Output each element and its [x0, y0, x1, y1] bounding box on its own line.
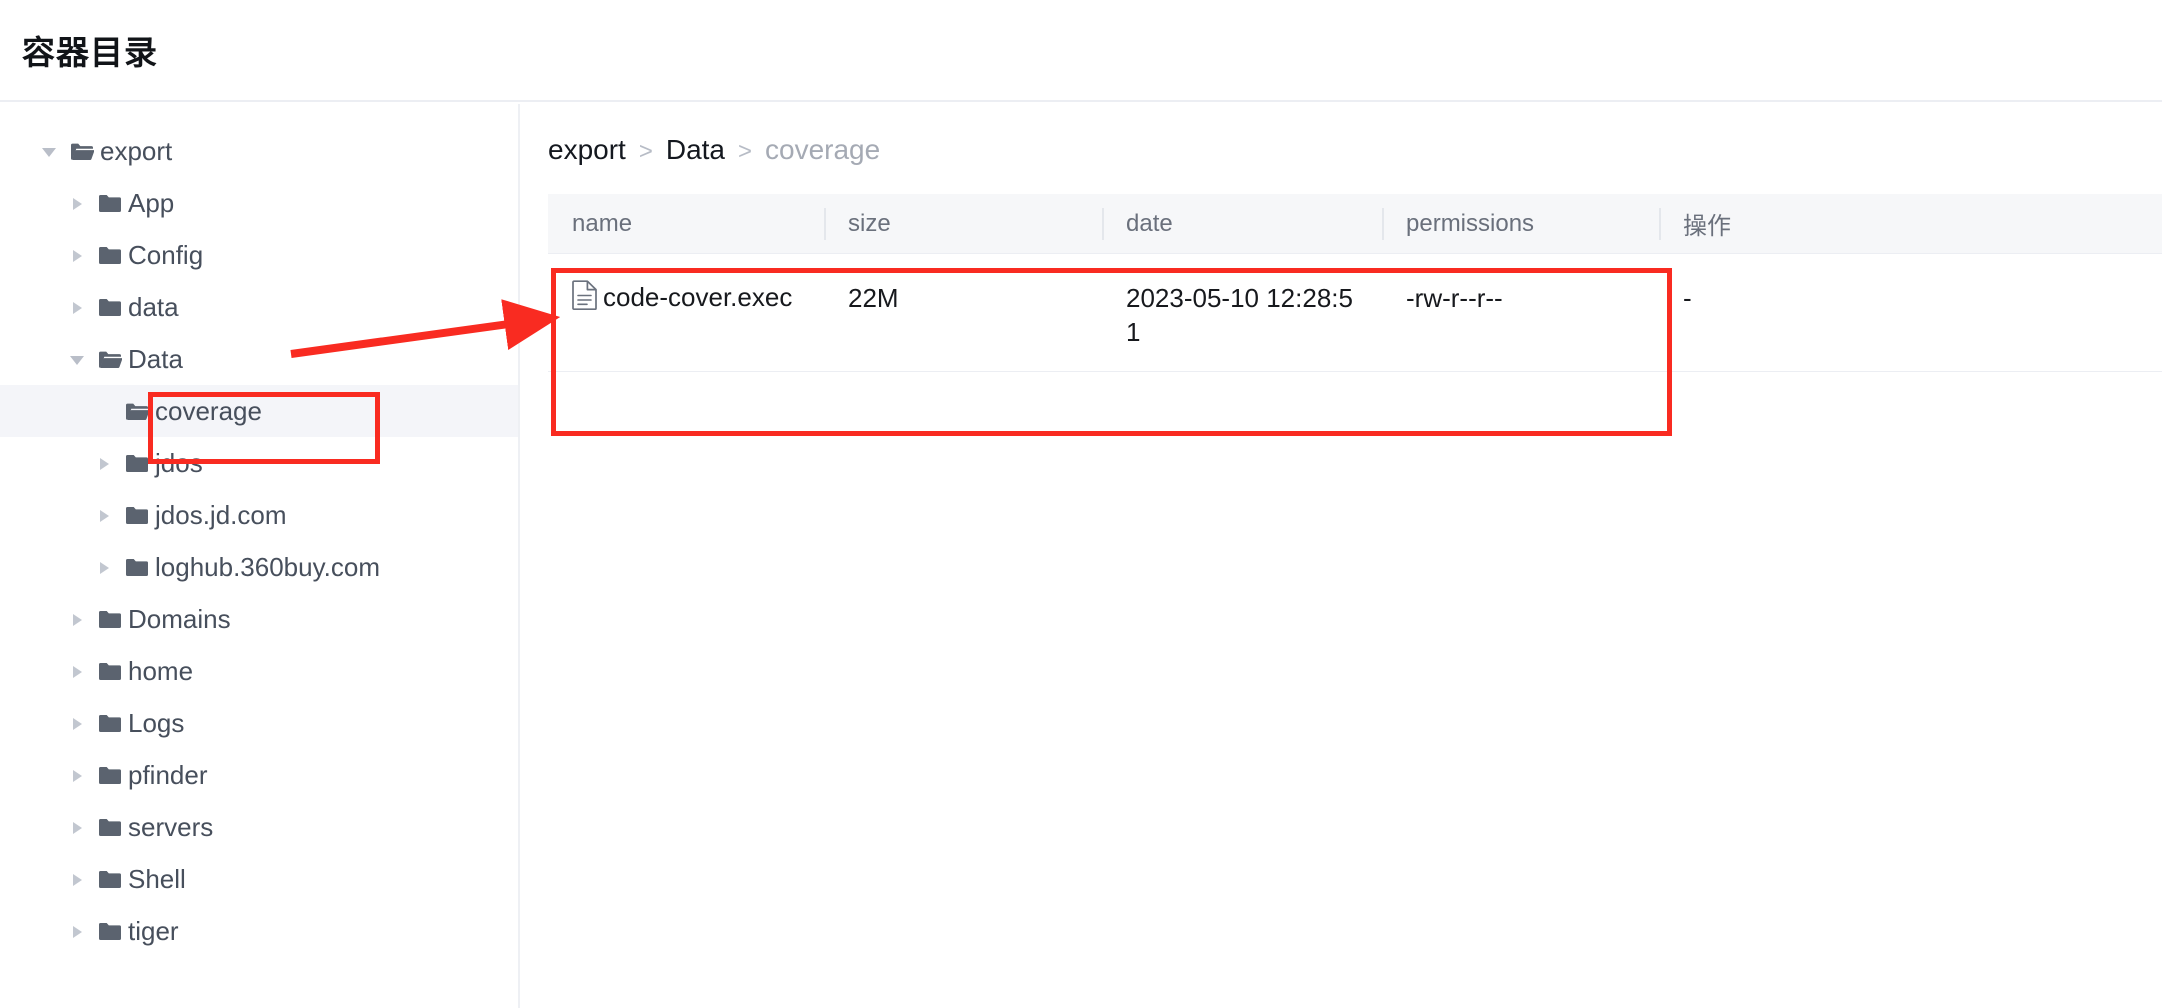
- tree-item-label: export: [100, 136, 173, 166]
- main-panel: export > Data > coverage name size date permiss…: [522, 104, 2162, 1008]
- chevron-down-icon[interactable]: [68, 349, 88, 369]
- chevron-right-icon[interactable]: [95, 557, 115, 577]
- folder-open-icon: [98, 350, 122, 369]
- tree-item-label: servers: [128, 812, 214, 842]
- table-header-permissions: permissions: [1382, 194, 1659, 254]
- page-header: 容器目录: [0, 0, 2162, 102]
- tree-item-export[interactable]: export: [0, 125, 518, 177]
- tree-item-domains[interactable]: Domains: [0, 593, 518, 645]
- breadcrumb-separator: >: [738, 138, 753, 165]
- tree-item-home[interactable]: home: [0, 645, 518, 697]
- directory-tree-sidebar[interactable]: export App Config data Data coverage jdos jdos.…: [0, 104, 520, 1008]
- tree-item-label: coverage: [155, 396, 262, 426]
- chevron-right-icon[interactable]: [95, 505, 115, 525]
- chevron-right-icon[interactable]: [68, 869, 88, 889]
- tree-item-coverage[interactable]: coverage: [0, 385, 518, 437]
- breadcrumb: export > Data > coverage: [548, 134, 880, 166]
- folder-icon: [98, 246, 122, 265]
- no-chevron-placeholder: [95, 401, 115, 421]
- folder-icon: [98, 766, 122, 785]
- tree-item-loghub-360buy-com[interactable]: loghub.360buy.com: [0, 541, 518, 593]
- tree-item-label: Config: [128, 240, 204, 270]
- tree-item-jdos-jd-com[interactable]: jdos.jd.com: [0, 489, 518, 541]
- chevron-right-icon[interactable]: [68, 921, 88, 941]
- chevron-right-icon[interactable]: [68, 817, 88, 837]
- tree-item-app[interactable]: App: [0, 177, 518, 229]
- folder-icon: [125, 454, 149, 473]
- folder-icon: [98, 662, 122, 681]
- folder-icon: [98, 298, 122, 317]
- folder-icon: [98, 870, 122, 889]
- file-table: name size date permissions 操作 code-cover.exe…: [548, 194, 2162, 372]
- tree-item-tiger[interactable]: tiger: [0, 905, 518, 957]
- tree-item-label: pfinder: [128, 760, 208, 790]
- tree-item-label: tiger: [128, 916, 179, 946]
- tree-item-pfinder[interactable]: pfinder: [0, 749, 518, 801]
- cell-operation: -: [1683, 283, 1692, 313]
- tree-item-label: data: [128, 292, 179, 322]
- cell-size: 22M: [848, 283, 899, 313]
- tree-item-logs[interactable]: Logs: [0, 697, 518, 749]
- cell-permissions: -rw-r--r--: [1406, 283, 1503, 313]
- folder-icon: [125, 558, 149, 577]
- chevron-right-icon[interactable]: [68, 713, 88, 733]
- container-directory-page: zhouyiruzhouyiruzhouyiruzhouyiruzhouyiru…: [0, 0, 2162, 1008]
- directory-tree: export App Config data Data coverage jdos jdos.…: [0, 104, 518, 957]
- folder-icon: [98, 610, 122, 629]
- chevron-right-icon[interactable]: [68, 297, 88, 317]
- tree-item-label: jdos: [155, 448, 203, 478]
- file-name-text: code-cover.exec: [603, 282, 793, 312]
- tree-item-jdos[interactable]: jdos: [0, 437, 518, 489]
- tree-item-data[interactable]: Data: [0, 333, 518, 385]
- tree-item-shell[interactable]: Shell: [0, 853, 518, 905]
- table-header-name: name: [572, 209, 633, 237]
- breadcrumb-item-export[interactable]: export: [548, 134, 626, 166]
- folder-icon: [125, 506, 149, 525]
- tree-item-label: Data: [128, 344, 183, 374]
- tree-item-label: loghub.360buy.com: [155, 552, 381, 582]
- chevron-right-icon[interactable]: [95, 453, 115, 473]
- tree-item-servers[interactable]: servers: [0, 801, 518, 853]
- chevron-right-icon[interactable]: [68, 193, 88, 213]
- folder-open-icon: [70, 142, 94, 161]
- breadcrumb-item-coverage: coverage: [765, 134, 881, 165]
- file-document-icon: [572, 280, 598, 319]
- chevron-down-icon[interactable]: [40, 141, 60, 161]
- breadcrumb-separator: >: [638, 138, 653, 165]
- table-header-row: name size date permissions 操作: [548, 194, 2162, 254]
- chevron-right-icon[interactable]: [68, 661, 88, 681]
- folder-icon: [98, 818, 122, 837]
- chevron-right-icon[interactable]: [68, 609, 88, 629]
- page-title: 容器目录: [22, 34, 158, 71]
- table-row[interactable]: code-cover.exec 22M 2023-05-10 12:28:51 -rw…: [548, 254, 2162, 372]
- tree-item-data[interactable]: data: [0, 281, 518, 333]
- chevron-right-icon[interactable]: [68, 245, 88, 265]
- folder-icon: [98, 922, 122, 941]
- tree-item-label: home: [128, 656, 194, 686]
- tree-item-label: Logs: [128, 708, 185, 738]
- tree-item-label: Domains: [128, 604, 231, 634]
- folder-open-icon: [125, 402, 149, 421]
- cell-name[interactable]: code-cover.exec: [548, 254, 824, 371]
- table-header-operation: 操作: [1659, 194, 2162, 254]
- tree-item-label: jdos.jd.com: [155, 500, 287, 530]
- tree-item-label: Shell: [128, 864, 186, 894]
- table-header-date: date: [1102, 194, 1382, 254]
- tree-item-label: App: [128, 188, 175, 218]
- breadcrumb-item-data[interactable]: Data: [666, 134, 725, 166]
- tree-item-config[interactable]: Config: [0, 229, 518, 281]
- table-body: code-cover.exec 22M 2023-05-10 12:28:51 -rw…: [548, 254, 2162, 372]
- folder-icon: [98, 714, 122, 733]
- chevron-right-icon[interactable]: [68, 765, 88, 785]
- folder-icon: [98, 194, 122, 213]
- cell-date: 2023-05-10 12:28:51: [1126, 283, 1353, 347]
- table-header-size: size: [824, 194, 1102, 254]
